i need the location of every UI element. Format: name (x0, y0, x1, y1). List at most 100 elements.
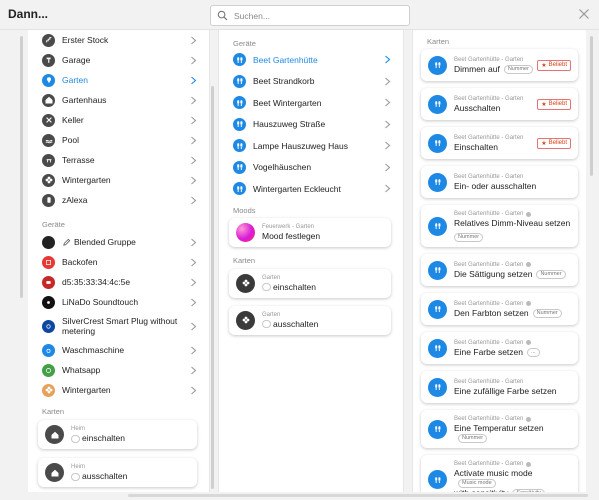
flow-card[interactable]: Beet Gartenhütte - Garten Ausschalten ★ Bel… (421, 88, 578, 120)
flow-card[interactable]: Heim einschalten (38, 420, 197, 449)
device-label: Backofen (62, 257, 98, 267)
flow-card[interactable]: Beet Gartenhütte - Garten Eine zufällige … (421, 371, 578, 403)
device-item[interactable]: Blended Gruppe (28, 232, 209, 252)
chevron-right-icon (191, 258, 197, 266)
info-icon[interactable] (526, 461, 532, 467)
argument-tag[interactable]: ... (526, 347, 540, 357)
argument-tag[interactable]: Nummer (458, 434, 488, 443)
device-label: Lampe Hauszuweg Haus (253, 140, 348, 151)
info-icon[interactable] (526, 301, 532, 306)
argument-tag[interactable]: Nummer (536, 269, 566, 279)
bulb-card-icon (428, 419, 447, 439)
argument-tag[interactable]: Nummer (503, 64, 533, 74)
card-title: Eine Temperatur setzen (454, 423, 544, 433)
devices-column: Geräte Beet Gartenhütte Beet Strandkorb Be… (218, 30, 404, 492)
room-item[interactable]: zAlexa (28, 190, 209, 210)
device-item[interactable]: d5:35:33:34:4c:5e (28, 272, 209, 292)
search-box[interactable] (210, 5, 410, 26)
col1-scrollbar[interactable] (211, 86, 214, 489)
room-item[interactable]: Erster Stock (28, 30, 209, 50)
card-source: Beet Gartenhütte - Garten (454, 261, 524, 268)
section-label-cards: Karten (42, 407, 65, 416)
device-item[interactable]: SilverCrest Smart Plug without metering (28, 312, 209, 340)
flow-card[interactable]: Beet Gartenhütte - Garten Ein- oder aussc… (421, 166, 578, 198)
close-icon[interactable] (578, 8, 590, 20)
house-icon (51, 469, 58, 476)
horizontal-scrollbar[interactable] (128, 494, 588, 497)
device-item[interactable]: Lampe Hauszuweg Haus (219, 135, 403, 157)
blended-icon (42, 235, 55, 249)
device-item[interactable]: Beet Wintergarten (219, 92, 403, 114)
device-label: Wintergarten (62, 385, 111, 395)
chevron-right-icon (191, 176, 197, 184)
card-source: Heim (71, 464, 86, 470)
section-label-cards: Karten (233, 255, 256, 265)
card-source: Beet Gartenhütte - Garten (454, 378, 524, 385)
bulb-icon (233, 182, 246, 196)
card-source: Beet Gartenhütte - Garten (454, 173, 524, 180)
argument-tag[interactable]: Nummer (532, 308, 562, 318)
room-label: Erster Stock (62, 35, 109, 45)
device-item[interactable]: Vogelhäuschen (219, 157, 403, 179)
room-item[interactable]: Pool (28, 130, 209, 150)
room-label: Pool (62, 135, 80, 145)
card-source: Beet Gartenhütte - Garten (454, 300, 524, 307)
card-title-continued: with sensitivity (454, 488, 508, 492)
flow-card[interactable]: Beet Gartenhütte - Garten Relatives Dimm-… (421, 205, 578, 247)
flow-card[interactable]: Beet Gartenhütte - Garten Dimmen auf Numme… (421, 49, 578, 81)
device-item[interactable]: Backofen (28, 252, 209, 272)
flow-card[interactable]: Beet Gartenhütte - Garten Eine Temperatur… (421, 410, 578, 448)
card-source: Garten (262, 311, 281, 318)
argument-tag[interactable]: Music mode (458, 479, 496, 488)
device-label: Beet Strandkorb (253, 76, 315, 87)
room-item[interactable]: Terrasse (28, 150, 209, 170)
device-item[interactable]: Beet Strandkorb (219, 71, 403, 93)
flow-card[interactable]: Garten einschalten (229, 268, 391, 298)
device-item[interactable]: Whatsapp (28, 360, 209, 380)
device-item[interactable]: LiNaDo Soundtouch (28, 292, 209, 312)
bulb-icon (236, 142, 242, 149)
bulb-icon (434, 426, 440, 432)
info-icon[interactable] (526, 340, 532, 345)
flow-card[interactable]: Beet Gartenhütte - Garten Eine Farbe setz… (421, 332, 578, 364)
room-item[interactable]: Wintergarten (28, 170, 209, 190)
popular-label: Beliebt (548, 140, 567, 146)
col3-scrollbar[interactable] (590, 36, 593, 176)
device-item[interactable]: Wintergarten (28, 380, 209, 400)
card-source: Beet Gartenhütte - Garten (454, 416, 524, 422)
info-icon[interactable] (526, 211, 532, 217)
chevron-right-icon (191, 298, 197, 306)
device-item[interactable]: Waschmaschine (28, 340, 209, 360)
room-item[interactable]: Garten (28, 70, 209, 90)
argument-tag[interactable]: Sensitivity (512, 489, 546, 492)
flow-card[interactable]: Beet Gartenhütte - Garten Den Farbton set… (421, 293, 578, 325)
argument-tag[interactable]: Nummer (454, 233, 484, 242)
chevron-right-icon (191, 386, 197, 394)
room-item[interactable]: Garage (28, 50, 209, 70)
chevron-right-icon (191, 196, 197, 204)
info-icon[interactable] (526, 416, 532, 422)
whatsapp-icon (42, 363, 55, 377)
left-scrollbar[interactable] (20, 36, 23, 298)
top-bar: Dann... (0, 0, 599, 30)
flow-card[interactable]: Beet Gartenhütte - Garten Activate music … (421, 455, 578, 492)
device-item[interactable]: Wintergarten Eckleucht (219, 178, 403, 200)
room-item[interactable]: Gartenhaus (28, 90, 209, 110)
bulb-icon (434, 476, 440, 483)
device-item[interactable]: Hauszuweg Straße (219, 114, 403, 136)
card-source: Beet Gartenhütte - Garten (454, 56, 524, 63)
flower-card-icon (236, 273, 255, 293)
section-label-devices: Geräte (42, 220, 65, 229)
device-item[interactable]: Beet Gartenhütte (219, 49, 403, 71)
plant-icon (42, 383, 55, 397)
flow-card[interactable]: Beet Gartenhütte - Garten Einschalten ★ Bel… (421, 127, 578, 159)
flow-card[interactable]: Garten ausschalten (229, 305, 391, 335)
flow-card[interactable]: Heim ausschalten (38, 458, 197, 487)
flow-card[interactable]: Beet Gartenhütte - Garten Die Sättigung s… (421, 254, 578, 286)
chevron-right-icon (385, 120, 391, 129)
info-icon[interactable] (526, 262, 532, 267)
room-item[interactable]: Keller (28, 110, 209, 130)
star-icon: ★ (541, 140, 547, 147)
mood-card[interactable]: Feuerwerk - Garten Mood festlegen (229, 217, 391, 247)
search-input[interactable] (234, 10, 394, 21)
